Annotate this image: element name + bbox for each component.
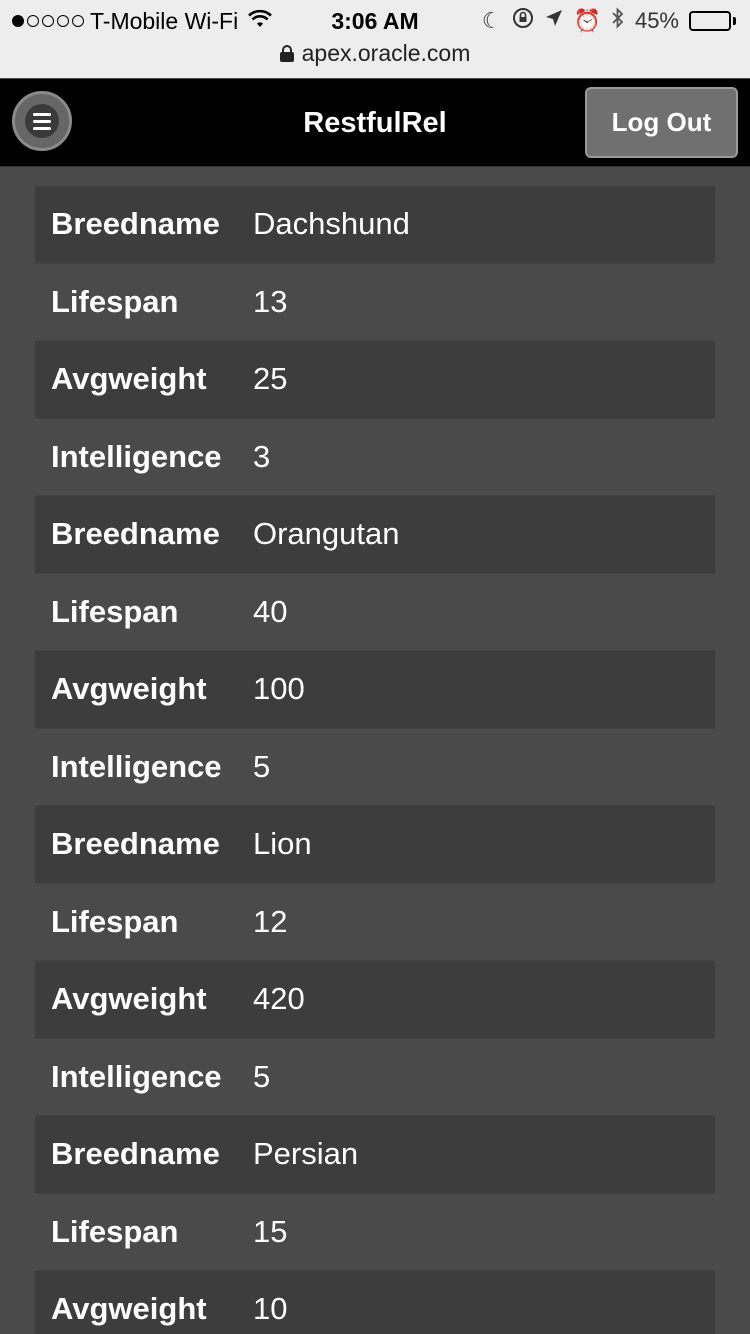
record-row: Lifespan 12 xyxy=(35,884,715,961)
record-row: Avgweight 25 xyxy=(35,341,715,419)
record-row: Intelligence 3 xyxy=(35,419,715,496)
field-value: 3 xyxy=(253,438,271,474)
field-label: Breedname xyxy=(51,206,220,242)
field-value: 15 xyxy=(253,1213,288,1249)
record-row: Breedname Orangutan xyxy=(35,496,715,574)
field-value: Orangutan xyxy=(253,516,400,552)
record-row: Avgweight 420 xyxy=(35,961,715,1039)
field-label: Avgweight xyxy=(51,1291,207,1327)
field-value: 12 xyxy=(253,903,288,939)
field-label: Lifespan xyxy=(51,593,179,629)
field-label: Intelligence xyxy=(51,748,222,784)
field-value: Dachshund xyxy=(253,206,410,242)
field-value: Lion xyxy=(253,826,312,862)
field-label: Breedname xyxy=(51,826,220,862)
field-value: Persian xyxy=(253,1136,359,1172)
field-value: 5 xyxy=(253,748,271,784)
record-row: Breedname Persian xyxy=(35,1116,715,1194)
logout-button[interactable]: Log Out xyxy=(585,87,738,158)
record-row: Intelligence 5 xyxy=(35,729,715,806)
record-row: Avgweight 100 xyxy=(35,651,715,729)
record-row: Breedname Dachshund xyxy=(35,186,715,264)
record-list: Breedname Dachshund Lifespan 13 Avgweight 25 I… xyxy=(35,186,715,1334)
url-bar[interactable]: apex.oracle.com xyxy=(0,40,750,67)
hamburger-icon xyxy=(25,104,59,138)
field-label: Intelligence xyxy=(51,1058,222,1094)
field-label: Lifespan xyxy=(51,1213,179,1249)
menu-button[interactable] xyxy=(12,91,72,151)
alarm-clock-icon: ⏰ xyxy=(573,8,601,33)
field-value: 5 xyxy=(253,1058,271,1094)
status-right: ☾ ⏰ 45% xyxy=(482,6,736,36)
moon-icon: ☾ xyxy=(481,8,502,33)
field-label: Intelligence xyxy=(51,438,222,474)
field-value: 100 xyxy=(253,671,305,707)
location-arrow-icon xyxy=(544,8,564,34)
field-label: Lifespan xyxy=(51,283,179,319)
record-row: Lifespan 15 xyxy=(35,1194,715,1271)
record-row: Lifespan 13 xyxy=(35,264,715,341)
field-label: Avgweight xyxy=(51,671,207,707)
field-label: Avgweight xyxy=(51,361,207,397)
field-label: Breedname xyxy=(51,1136,220,1172)
field-label: Avgweight xyxy=(51,981,207,1017)
lock-icon xyxy=(279,45,294,62)
url-text: apex.oracle.com xyxy=(301,40,471,66)
field-value: 10 xyxy=(253,1291,288,1327)
battery-icon xyxy=(689,11,736,31)
field-value: 40 xyxy=(253,593,288,629)
bluetooth-icon xyxy=(611,7,625,35)
field-label: Lifespan xyxy=(51,903,179,939)
field-value: 25 xyxy=(253,361,288,397)
record-row: Avgweight 10 xyxy=(35,1271,715,1334)
field-value: 420 xyxy=(253,981,305,1017)
battery-percent: 45% xyxy=(634,8,679,33)
record-row: Lifespan 40 xyxy=(35,574,715,651)
field-label: Breedname xyxy=(51,516,220,552)
status-bar: T-Mobile Wi-Fi 3:06 AM ☾ ⏰ 45% apex.orac… xyxy=(0,0,750,78)
record-row: Intelligence 5 xyxy=(35,1039,715,1116)
rotation-lock-icon xyxy=(512,7,534,35)
app-header: RestfulRel Log Out xyxy=(0,79,750,167)
field-value: 13 xyxy=(253,283,288,319)
record-row: Breedname Lion xyxy=(35,806,715,884)
